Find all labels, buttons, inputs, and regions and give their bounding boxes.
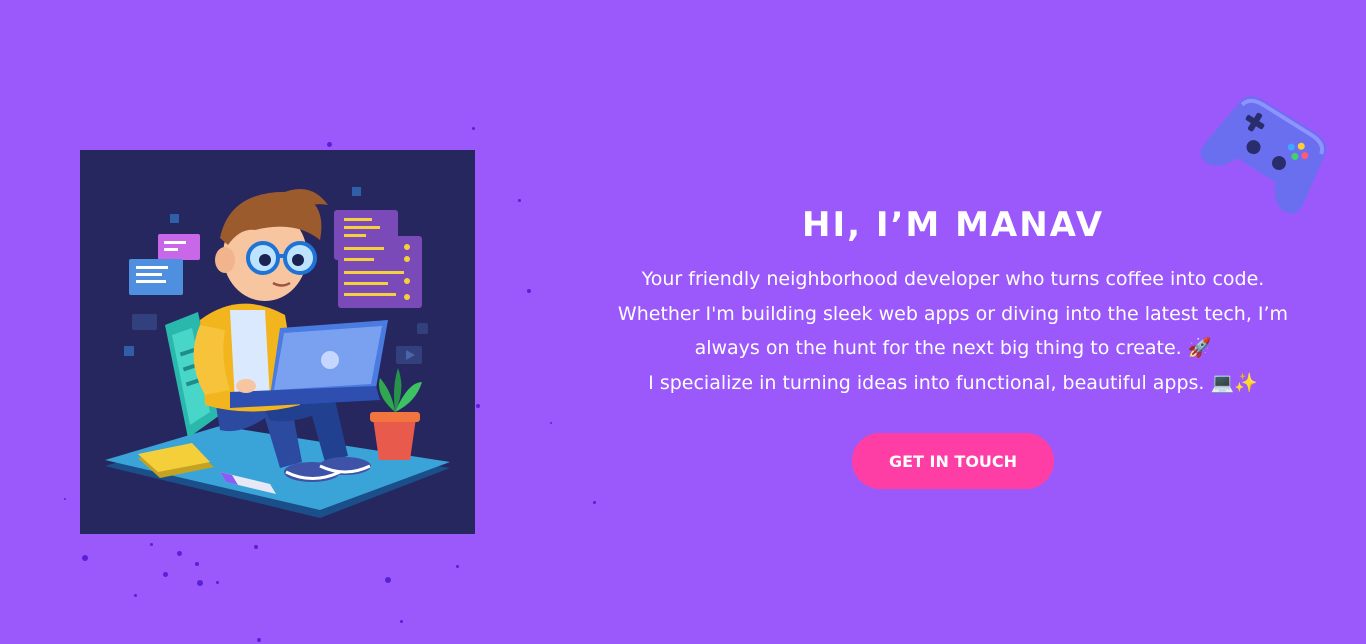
decor-dot xyxy=(64,498,66,500)
gamepad-icon xyxy=(1195,85,1340,220)
decor-dot xyxy=(476,404,480,408)
decor-dot xyxy=(216,581,219,584)
decor-dot xyxy=(385,577,391,583)
decor-dot xyxy=(163,572,168,577)
decor-dot xyxy=(197,580,203,586)
decor-dot xyxy=(254,545,258,549)
decor-dot xyxy=(195,562,199,566)
decor-dot xyxy=(550,422,552,424)
decor-dot xyxy=(472,127,475,130)
decor-dot xyxy=(400,620,403,623)
decor-dot xyxy=(177,551,182,556)
decor-dot xyxy=(527,289,531,293)
decor-dot xyxy=(150,543,153,546)
decor-dot xyxy=(82,555,88,561)
get-in-touch-button[interactable]: GET IN TOUCH xyxy=(852,433,1054,489)
bio-line: always on the hunt for the next big thin… xyxy=(694,337,1212,360)
decor-dot xyxy=(257,638,261,642)
decor-dot xyxy=(593,501,596,504)
decor-dot xyxy=(134,594,137,597)
hero-section: HI, I’M MANAV Your friendly neighborhood… xyxy=(0,0,1366,644)
bio-text: Your friendly neighborhood developer who… xyxy=(565,262,1341,400)
decor-dot xyxy=(518,199,521,202)
bio-line: Your friendly neighborhood developer who… xyxy=(641,268,1265,290)
bio-line: I specialize in turning ideas into funct… xyxy=(648,371,1258,394)
decor-dot xyxy=(327,142,332,147)
intro-block: HI, I’M MANAV Your friendly neighborhood… xyxy=(565,200,1341,400)
developer-illustration xyxy=(80,150,475,534)
bio-line: Whether I'm building sleek web apps or d… xyxy=(617,302,1289,325)
decor-dot xyxy=(456,565,459,568)
developer-with-laptop-illustration xyxy=(105,187,450,518)
